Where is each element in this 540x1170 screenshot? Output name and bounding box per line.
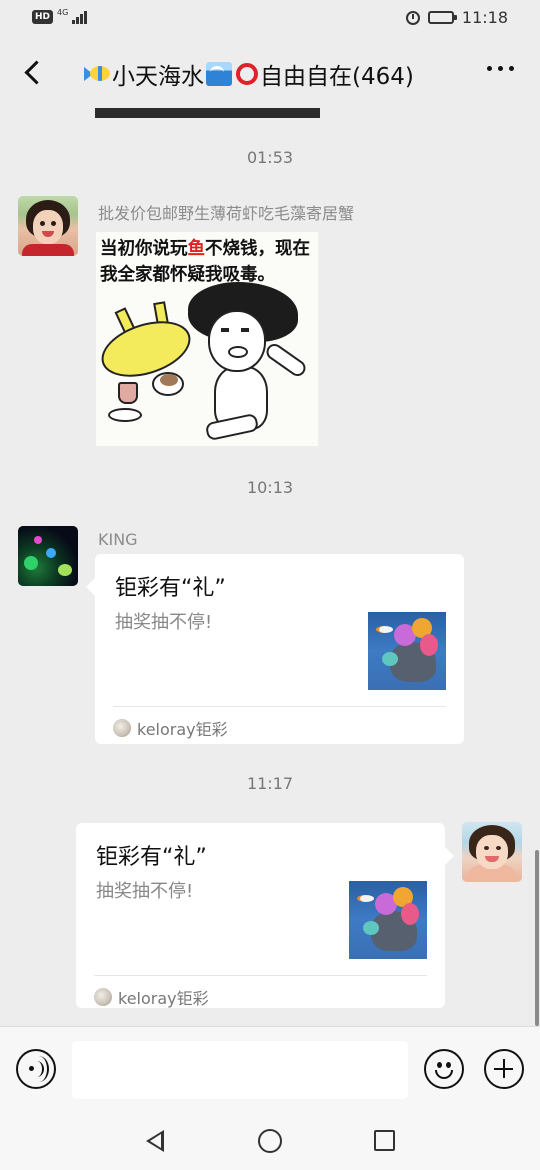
signal-icon <box>72 10 88 24</box>
nav-back-icon[interactable] <box>146 1130 164 1152</box>
source-logo-icon <box>113 719 131 737</box>
source-logo-icon <box>94 988 112 1006</box>
sender-name: KING <box>98 530 138 549</box>
sticker-message[interactable]: 当初你说玩鱼不烧钱，现在我全家都怀疑我吸毒。 <box>96 232 318 446</box>
card-source-name: keloray钜彩 <box>118 989 209 1008</box>
status-bar: HD 4G 11:18 <box>0 0 540 38</box>
link-card-message[interactable]: 钜彩有“礼” 抽奖抽不停! keloray钜彩 <box>86 554 464 744</box>
chat-scrollbar[interactable] <box>535 850 539 1026</box>
sticker-caption: 当初你说玩鱼不烧钱，现在我全家都怀疑我吸毒。 <box>100 239 310 285</box>
card-divider <box>113 706 446 707</box>
card-divider <box>94 975 427 976</box>
red-circle-emoji-icon <box>236 63 258 85</box>
timestamp: 01:53 <box>246 148 294 167</box>
avatar-self[interactable] <box>462 822 522 882</box>
voice-button[interactable] <box>16 1049 56 1089</box>
card-thumbnail <box>368 612 446 690</box>
more-functions-button[interactable] <box>484 1049 524 1089</box>
chat-area[interactable]: 01:53 批发价包邮野生薄荷虾吃毛藻寄居蟹 当初你说玩鱼不烧钱，现在我全家都怀… <box>0 108 540 1026</box>
sender-name: 批发价包邮野生薄荷虾吃毛藻寄居蟹 <box>98 204 355 223</box>
nav-recent-icon[interactable] <box>374 1130 395 1151</box>
more-dots-icon <box>487 66 492 71</box>
fish-emoji-icon <box>84 63 112 85</box>
previous-image-message[interactable] <box>95 108 320 118</box>
nav-home-icon[interactable] <box>258 1129 282 1153</box>
wave-emoji-icon <box>206 62 232 86</box>
emoji-button[interactable] <box>424 1049 464 1089</box>
link-card-message-own[interactable]: 钜彩有“礼” 抽奖抽不停! keloray钜彩 <box>76 823 454 1009</box>
status-time: 11:18 <box>461 8 508 27</box>
alarm-icon <box>405 10 420 25</box>
back-arrow-icon <box>23 59 49 85</box>
card-description: 抽奖抽不停! <box>115 612 213 633</box>
more-button[interactable] <box>487 66 514 71</box>
card-source: keloray钜彩 <box>94 985 209 1009</box>
status-bar-left: HD 4G <box>32 8 88 24</box>
input-bar <box>0 1026 540 1115</box>
status-bar-right: 11:18 <box>405 8 508 27</box>
chat-title-suffix: 自由自在(464) <box>260 64 414 90</box>
card-description: 抽奖抽不停! <box>96 881 194 902</box>
message-input[interactable] <box>72 1041 408 1099</box>
card-title: 钜彩有“礼” <box>115 576 226 601</box>
hd-badge: HD <box>32 10 54 24</box>
card-source: keloray钜彩 <box>113 716 228 740</box>
card-title: 钜彩有“礼” <box>96 845 207 870</box>
chat-header: 小天海水 自由自在(464) <box>0 40 540 108</box>
timestamp: 10:13 <box>246 478 294 497</box>
battery-icon <box>427 11 457 24</box>
back-button[interactable] <box>14 54 50 90</box>
chat-title[interactable]: 小天海水 自由自在(464) <box>84 56 462 92</box>
system-nav-bar <box>0 1114 540 1170</box>
avatar-sender-1[interactable] <box>18 196 78 256</box>
card-source-name: keloray钜彩 <box>137 720 228 739</box>
chat-title-name: 小天海水 <box>112 64 204 90</box>
avatar-king[interactable] <box>18 526 78 586</box>
card-thumbnail <box>349 881 427 959</box>
network-type: 4G <box>57 8 69 17</box>
timestamp: 11:17 <box>246 774 294 793</box>
